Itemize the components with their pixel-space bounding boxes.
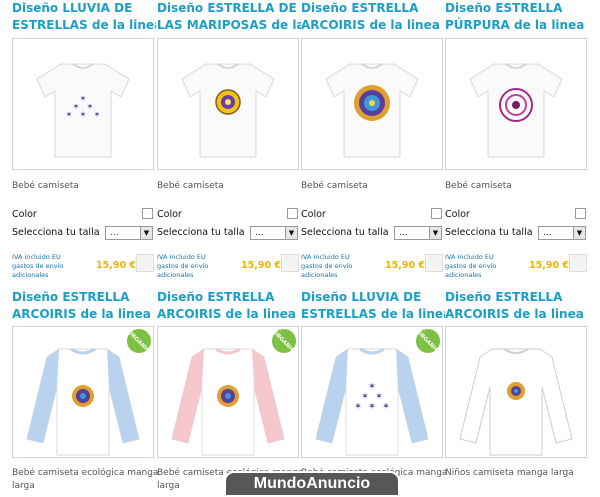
product-title[interactable]: Diseño ESTRELLA ARCOIRIS de la linea "	[301, 0, 445, 36]
product-image[interactable]	[445, 38, 587, 170]
product-type: Bebé camiseta	[301, 181, 368, 191]
chevron-down-icon[interactable]: ▼	[573, 227, 585, 239]
price: 15,90 €	[96, 260, 136, 271]
color-label: Color	[301, 209, 326, 220]
product-image[interactable]: ORGANIC	[12, 326, 154, 458]
svg-text:✶: ✶	[66, 110, 73, 119]
size-label: Selecciona tu talla	[157, 227, 245, 238]
price: 15,90 €	[529, 260, 569, 271]
color-swatch[interactable]	[575, 208, 586, 219]
svg-text:✶: ✶	[354, 402, 362, 412]
product-type: Bebé camiseta	[157, 181, 224, 191]
svg-text:✶: ✶	[382, 402, 390, 412]
product-title[interactable]: Diseño ESTRELLA DE LAS MARIPOSAS de la	[157, 0, 301, 36]
tax-info[interactable]: IVA incluido EU gastos de envío adicionale…	[445, 253, 496, 280]
svg-text:✶: ✶	[80, 110, 87, 119]
svg-text:✶: ✶	[87, 102, 94, 111]
add-to-cart-button[interactable]	[136, 254, 154, 272]
color-label: Color	[12, 209, 37, 220]
price: 15,90 €	[385, 260, 425, 271]
color-label: Color	[445, 209, 470, 220]
product-image[interactable]: ✶ ✶ ✶ ✶ ✶ ✶ ORGANIC	[301, 326, 443, 458]
product-image[interactable]	[157, 38, 299, 170]
svg-text:✶: ✶	[94, 110, 101, 119]
size-label: Selecciona tu talla	[445, 227, 533, 238]
svg-text:✶: ✶	[375, 392, 383, 402]
svg-text:✶: ✶	[80, 94, 87, 103]
watermark-logo: MundoAnuncio	[224, 471, 400, 497]
color-swatch[interactable]	[431, 208, 442, 219]
chevron-down-icon[interactable]: ▼	[140, 227, 152, 239]
product-title[interactable]: Diseño LLUVIA DE ESTRELLAS de la linea	[12, 0, 156, 36]
chevron-down-icon[interactable]: ▼	[285, 227, 297, 239]
color-label: Color	[157, 209, 182, 220]
add-to-cart-button[interactable]	[569, 254, 587, 272]
product-title[interactable]: Diseño ESTRELLA ARCOIRIS de la linea "	[12, 289, 156, 325]
tax-info[interactable]: IVA incluido EU gastos de envío adicionale…	[157, 253, 208, 280]
size-select[interactable]: ... ▼	[105, 226, 153, 240]
product-type: Niños camiseta manga larga	[445, 468, 574, 478]
tax-info[interactable]: IVA incluido EU gastos de envío adicionale…	[301, 253, 352, 280]
price: 15,90 €	[241, 260, 281, 271]
product-title[interactable]: Diseño LLUVIA DE ESTRELLAS de la linea	[301, 289, 445, 325]
size-select[interactable]: ... ▼	[538, 226, 586, 240]
size-select[interactable]: ... ▼	[250, 226, 298, 240]
svg-text:✶: ✶	[73, 102, 80, 111]
svg-text:✶: ✶	[368, 402, 376, 412]
product-type: Bebé camiseta	[445, 181, 512, 191]
svg-text:✶: ✶	[361, 392, 369, 402]
product-image[interactable]	[445, 326, 587, 458]
size-label: Selecciona tu talla	[301, 227, 389, 238]
product-title[interactable]: Diseño ESTRELLA ARCOIRIS de la linea "	[157, 289, 301, 325]
color-swatch[interactable]	[287, 208, 298, 219]
product-image[interactable]: ✶ ✶ ✶ ✶ ✶ ✶	[12, 38, 154, 170]
add-to-cart-button[interactable]	[425, 254, 443, 272]
product-title[interactable]: Diseño ESTRELLA PÚRPURA de la linea "	[445, 0, 589, 36]
product-type: Bebé camiseta ecológica mangalarga	[12, 468, 159, 491]
size-label: Selecciona tu talla	[12, 227, 100, 238]
svg-text:✶: ✶	[368, 382, 376, 392]
product-title[interactable]: Diseño ESTRELLA ARCOIRIS de la linea "	[445, 289, 589, 325]
chevron-down-icon[interactable]: ▼	[429, 227, 441, 239]
tax-info[interactable]: IVA incluido EU gastos de envío adicionale…	[12, 253, 63, 280]
color-swatch[interactable]	[142, 208, 153, 219]
size-select[interactable]: ... ▼	[394, 226, 442, 240]
add-to-cart-button[interactable]	[281, 254, 299, 272]
product-type: Bebé camiseta	[12, 181, 79, 191]
product-image[interactable]: ORGANIC	[157, 326, 299, 458]
product-image[interactable]	[301, 38, 443, 170]
